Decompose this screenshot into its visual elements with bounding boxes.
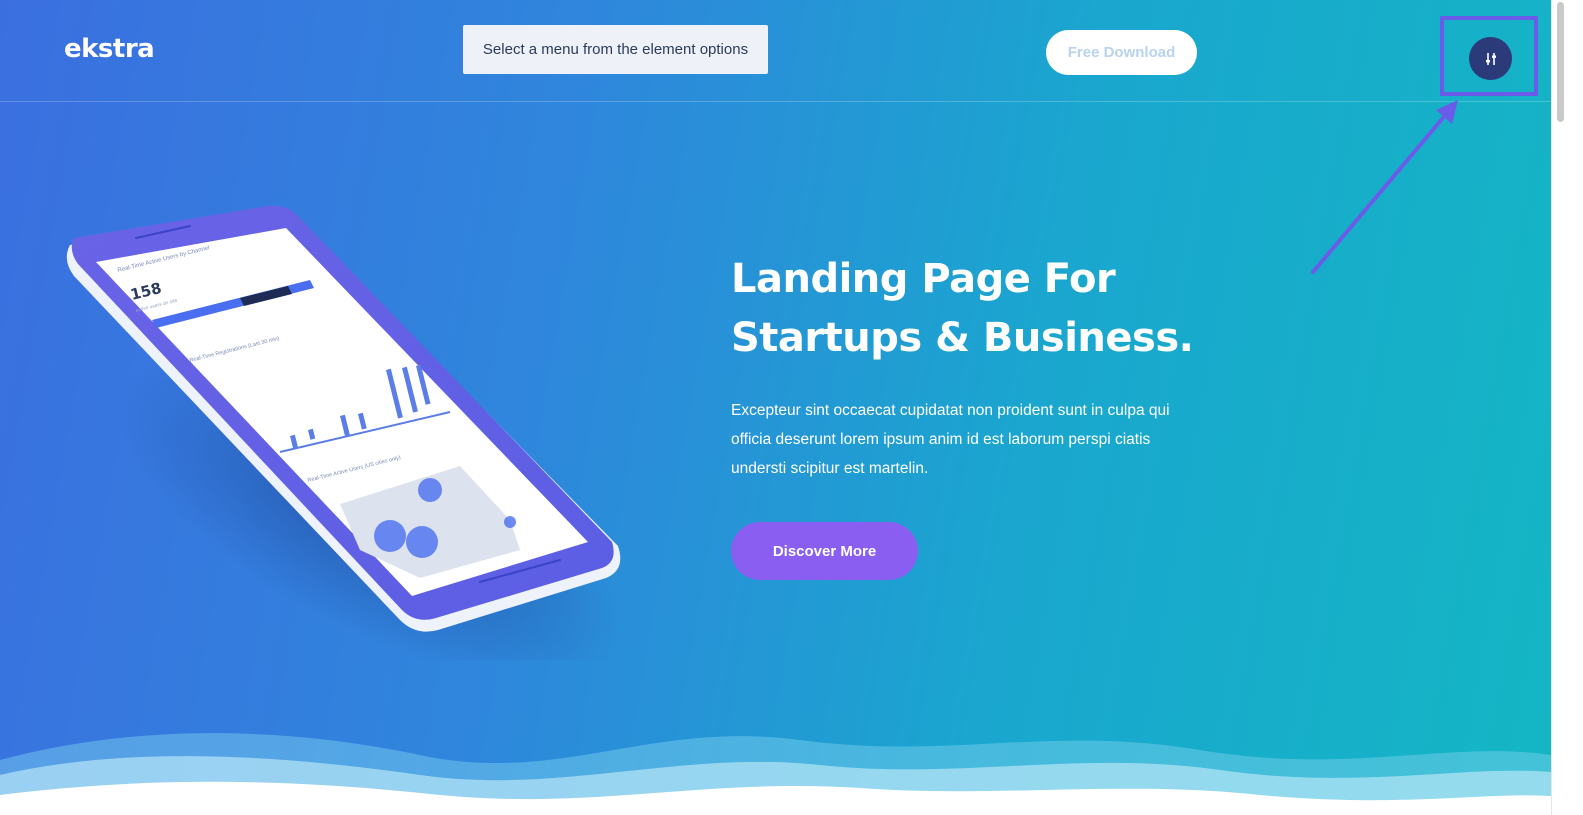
free-download-button[interactable]: Free Download <box>1046 30 1197 75</box>
menu-placeholder[interactable]: Select a menu from the element options <box>463 25 768 74</box>
vertical-scrollbar[interactable] <box>1551 0 1583 815</box>
site-logo[interactable]: ekstra <box>64 34 155 64</box>
hero-headline: Landing Page For Startups & Business. <box>731 250 1291 368</box>
discover-more-button[interactable]: Discover More <box>731 522 918 580</box>
sliders-icon <box>1485 52 1496 65</box>
headline-line-1: Landing Page For <box>731 256 1116 302</box>
bottom-waves <box>0 733 1551 815</box>
scrollbar-thumb[interactable] <box>1557 2 1564 122</box>
hero-section: ekstra Select a menu from the element op… <box>0 0 1551 815</box>
nav-divider <box>0 101 1551 102</box>
headline-line-2: Startups & Business. <box>731 315 1194 361</box>
settings-button[interactable] <box>1469 37 1512 80</box>
hero-description: Excepteur sint occaecat cupidatat non pr… <box>731 402 1170 477</box>
phone-mockup: Real-Time Active Users by Channel 158 ac… <box>40 190 660 684</box>
